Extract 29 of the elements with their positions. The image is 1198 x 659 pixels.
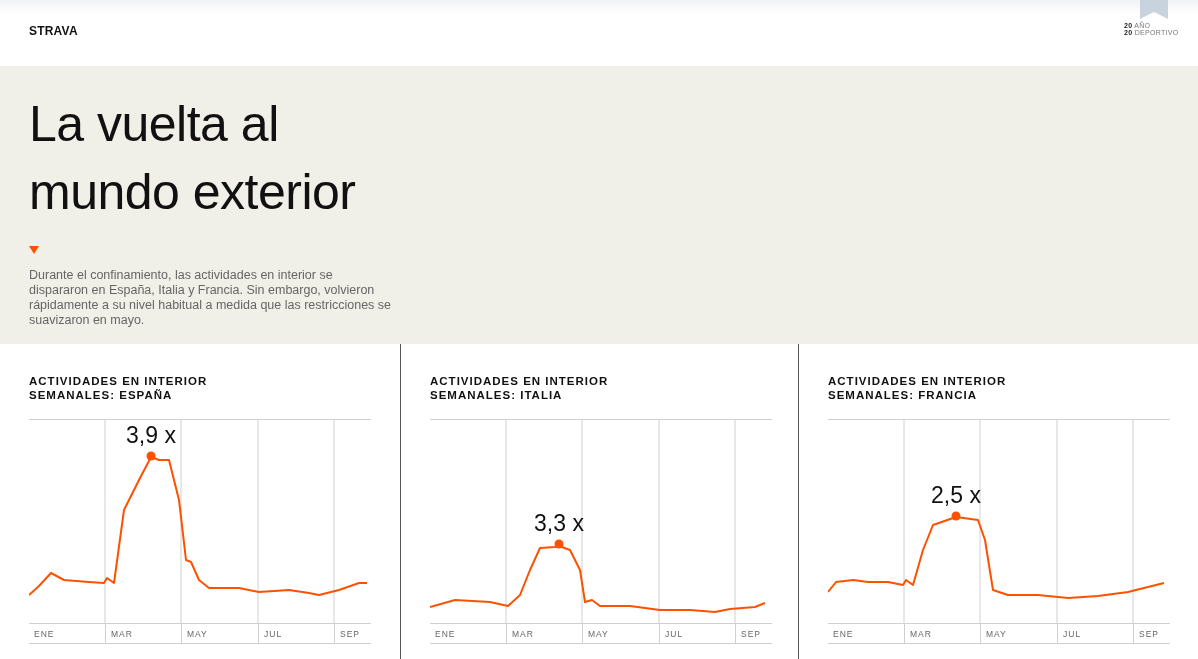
axis-label: JUL bbox=[258, 624, 334, 643]
chart-title: ACTIVIDADES EN INTERIOR SEMANALES: FRANCIA bbox=[828, 374, 1008, 402]
page-title: La vuelta al mundo exterior bbox=[29, 95, 357, 222]
peak-label: 3,9 x bbox=[126, 422, 176, 448]
peak-dot bbox=[951, 511, 961, 521]
chart-title: ACTIVIDADES EN INTERIOR SEMANALES: ITALIA bbox=[430, 374, 610, 402]
axis-label: JUL bbox=[659, 624, 735, 643]
peak-dot bbox=[554, 539, 564, 549]
axis-label: ENE bbox=[832, 628, 855, 641]
axis-label: MAY bbox=[980, 624, 1057, 643]
axis-label: SEP bbox=[1133, 624, 1170, 643]
axis-label: MAR bbox=[506, 624, 582, 643]
peak-dot bbox=[146, 451, 156, 461]
intro-paragraph: Durante el confinamiento, las actividades en interior se dispararon en España, Italia y Francia. Sin embargo, volvieron rápidamente a su nivel habitual a medida que las restricciones se suavizaron en mayo. bbox=[29, 268, 392, 328]
axis-label: MAR bbox=[105, 624, 181, 643]
logo[interactable]: STRAVA bbox=[29, 24, 78, 38]
axis-label: ENE bbox=[434, 628, 457, 641]
axis-label: SEP bbox=[735, 624, 772, 643]
axis-label: JUL bbox=[1057, 624, 1133, 643]
axis-label: MAR bbox=[904, 624, 980, 643]
peak-label: 3,3 x bbox=[534, 510, 584, 536]
axis-label: MAY bbox=[181, 624, 258, 643]
axis-label: SEP bbox=[334, 624, 371, 643]
chart-title: ACTIVIDADES EN INTERIOR SEMANALES: ESPAÑA bbox=[29, 374, 209, 402]
axis-label: MAY bbox=[582, 624, 659, 643]
triangle-marker-icon bbox=[29, 246, 39, 254]
axis-label: ENE bbox=[33, 628, 56, 641]
bookmark-ribbon-icon bbox=[1140, 0, 1168, 19]
peak-label: 2,5 x bbox=[931, 482, 981, 508]
